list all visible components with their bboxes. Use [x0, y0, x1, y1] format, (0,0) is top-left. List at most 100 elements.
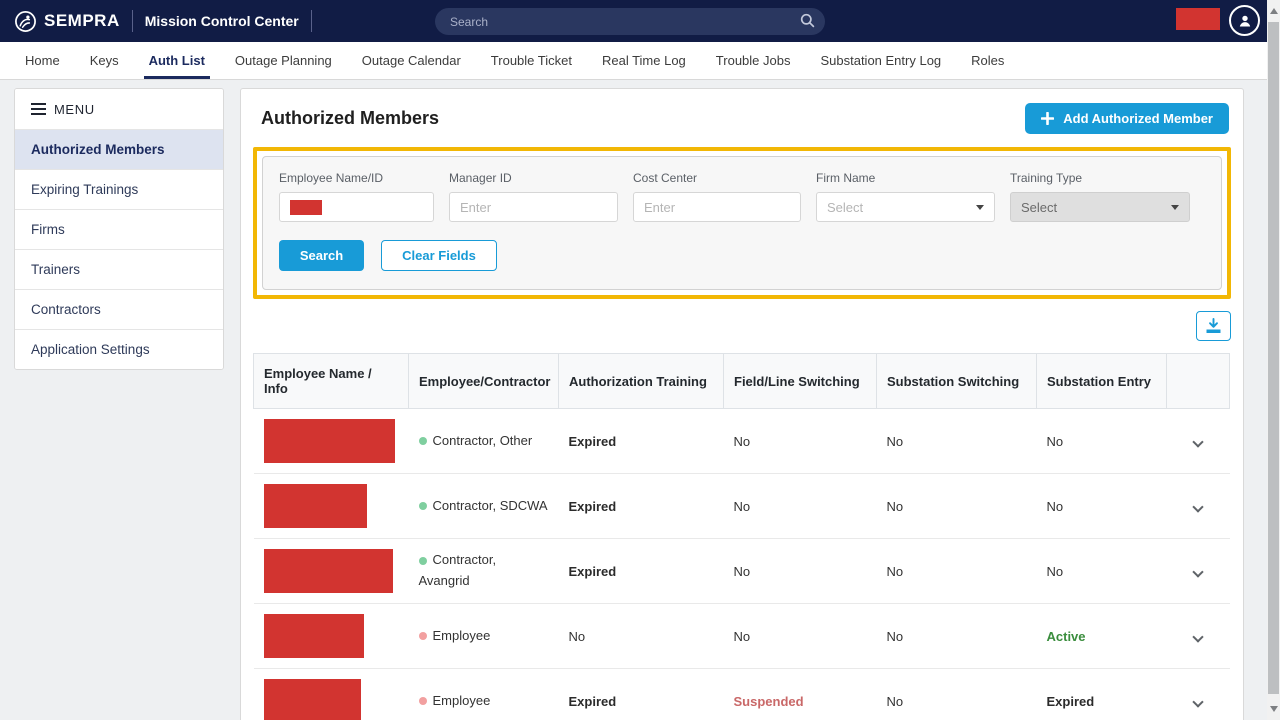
sidebar: MENU Authorized Members Expiring Trainin… [14, 88, 224, 370]
firm-name-label: Firm Name [816, 171, 995, 185]
global-search-input[interactable] [435, 8, 825, 35]
tab-home[interactable]: Home [10, 42, 75, 79]
tab-keys[interactable]: Keys [75, 42, 134, 79]
table-row: Contractor, Other Expired No No No [254, 409, 1230, 474]
cost-center-input[interactable] [633, 192, 801, 222]
col-authorization-training: Authorization Training [559, 354, 724, 409]
contractor-status-dot [419, 437, 427, 445]
authorized-members-table: Employee Name / Info Employee/Contractor… [253, 353, 1230, 720]
sidebar-item-contractors[interactable]: Contractors [15, 289, 223, 329]
page-header: Authorized Members Add Authorized Member [241, 89, 1243, 147]
redacted-username [1176, 8, 1220, 30]
cost-center-label: Cost Center [633, 171, 801, 185]
divider [311, 10, 312, 32]
tab-trouble-jobs[interactable]: Trouble Jobs [701, 42, 806, 79]
menu-label: MENU [54, 102, 95, 117]
chevron-down-icon[interactable] [1192, 566, 1203, 577]
sidebar-item-expiring-trainings[interactable]: Expiring Trainings [15, 169, 223, 209]
chevron-down-icon[interactable] [1192, 696, 1203, 707]
training-type-label: Training Type [1010, 171, 1190, 185]
manager-id-label: Manager ID [449, 171, 618, 185]
page-scrollbar[interactable] [1267, 0, 1280, 720]
manager-id-input[interactable] [449, 192, 618, 222]
authorization-training-status: Expired [559, 539, 724, 604]
employee-status-dot [419, 697, 427, 705]
contractor-status-dot [419, 557, 427, 565]
tab-auth-list[interactable]: Auth List [134, 42, 220, 79]
employee-name-input[interactable] [279, 192, 434, 222]
employee-status-dot [419, 632, 427, 640]
redacted-member-name [264, 484, 367, 528]
table-row: Contractor, SDCWA Expired No No No [254, 474, 1230, 539]
col-actions [1167, 354, 1230, 409]
redacted-employee-name-value [290, 200, 322, 215]
sidebar-item-firms[interactable]: Firms [15, 209, 223, 249]
tab-roles[interactable]: Roles [956, 42, 1019, 79]
app-title: Mission Control Center [145, 13, 299, 29]
employee-name-field: Employee Name/ID [279, 171, 434, 222]
authorization-training-status: No [559, 604, 724, 669]
sidebar-menu-toggle[interactable]: MENU [15, 89, 223, 129]
employee-name-label: Employee Name/ID [279, 171, 434, 185]
clear-fields-button[interactable]: Clear Fields [381, 240, 497, 271]
download-icon [1205, 318, 1222, 334]
training-type-select[interactable]: Select [1010, 192, 1190, 222]
tab-outage-calendar[interactable]: Outage Calendar [347, 42, 476, 79]
authorization-training-status: Expired [559, 669, 724, 720]
substation-switching-status: No [877, 604, 1037, 669]
table-toolbar [241, 299, 1243, 349]
user-avatar-icon[interactable] [1229, 5, 1260, 36]
sidebar-item-trainers[interactable]: Trainers [15, 249, 223, 289]
tab-trouble-ticket[interactable]: Trouble Ticket [476, 42, 587, 79]
table-row: Employee No No No Active [254, 604, 1230, 669]
redacted-member-name [264, 614, 364, 658]
search-icon[interactable] [800, 13, 815, 28]
table-header-row: Employee Name / Info Employee/Contractor… [254, 354, 1230, 409]
search-filter-panel: Employee Name/ID Manager ID Cost Center … [253, 147, 1231, 299]
tab-substation-entry-log[interactable]: Substation Entry Log [805, 42, 956, 79]
substation-entry-status: No [1037, 409, 1167, 474]
authorization-training-status: Expired [559, 409, 724, 474]
tab-real-time-log[interactable]: Real Time Log [587, 42, 701, 79]
top-app-bar: SEMPRA Mission Control Center [0, 0, 1280, 42]
substation-switching-status: No [877, 669, 1037, 720]
cost-center-field: Cost Center [633, 171, 801, 222]
manager-id-field: Manager ID [449, 171, 618, 222]
download-export-button[interactable] [1196, 311, 1231, 341]
substation-entry-status: No [1037, 539, 1167, 604]
scroll-up-arrow[interactable] [1267, 4, 1280, 18]
page-title: Authorized Members [261, 108, 439, 129]
authorization-training-status: Expired [559, 474, 724, 539]
col-employee-contractor: Employee/Contractor [409, 354, 559, 409]
sidebar-item-authorized-members[interactable]: Authorized Members [15, 129, 223, 169]
field-line-switching-status: No [724, 474, 877, 539]
firm-name-field: Firm Name Select [816, 171, 995, 222]
scrollbar-thumb[interactable] [1268, 22, 1279, 694]
field-line-switching-status: No [724, 409, 877, 474]
substation-entry-status: Active [1037, 604, 1167, 669]
sempra-logo-icon [14, 10, 37, 33]
field-line-switching-status: No [724, 604, 877, 669]
col-employee-name: Employee Name / Info [254, 354, 409, 409]
chevron-down-icon[interactable] [1192, 631, 1203, 642]
sidebar-item-application-settings[interactable]: Application Settings [15, 329, 223, 369]
add-authorized-member-button[interactable]: Add Authorized Member [1025, 103, 1229, 134]
substation-switching-status: No [877, 409, 1037, 474]
divider [132, 10, 133, 32]
table-row: Employee Expired Suspended No Expired [254, 669, 1230, 720]
brand-name: SEMPRA [44, 11, 120, 31]
chevron-down-icon[interactable] [1192, 436, 1203, 447]
tab-outage-planning[interactable]: Outage Planning [220, 42, 347, 79]
col-substation-switching: Substation Switching [877, 354, 1037, 409]
substation-entry-status: No [1037, 474, 1167, 539]
redacted-member-name [264, 419, 395, 463]
col-field-line-switching: Field/Line Switching [724, 354, 877, 409]
substation-switching-status: No [877, 539, 1037, 604]
redacted-member-name [264, 549, 393, 593]
search-button[interactable]: Search [279, 240, 364, 271]
chevron-down-icon[interactable] [1192, 501, 1203, 512]
scroll-down-arrow[interactable] [1267, 702, 1280, 716]
field-line-switching-status: No [724, 539, 877, 604]
firm-name-select[interactable]: Select [816, 192, 995, 222]
field-line-switching-status: Suspended [724, 669, 877, 720]
